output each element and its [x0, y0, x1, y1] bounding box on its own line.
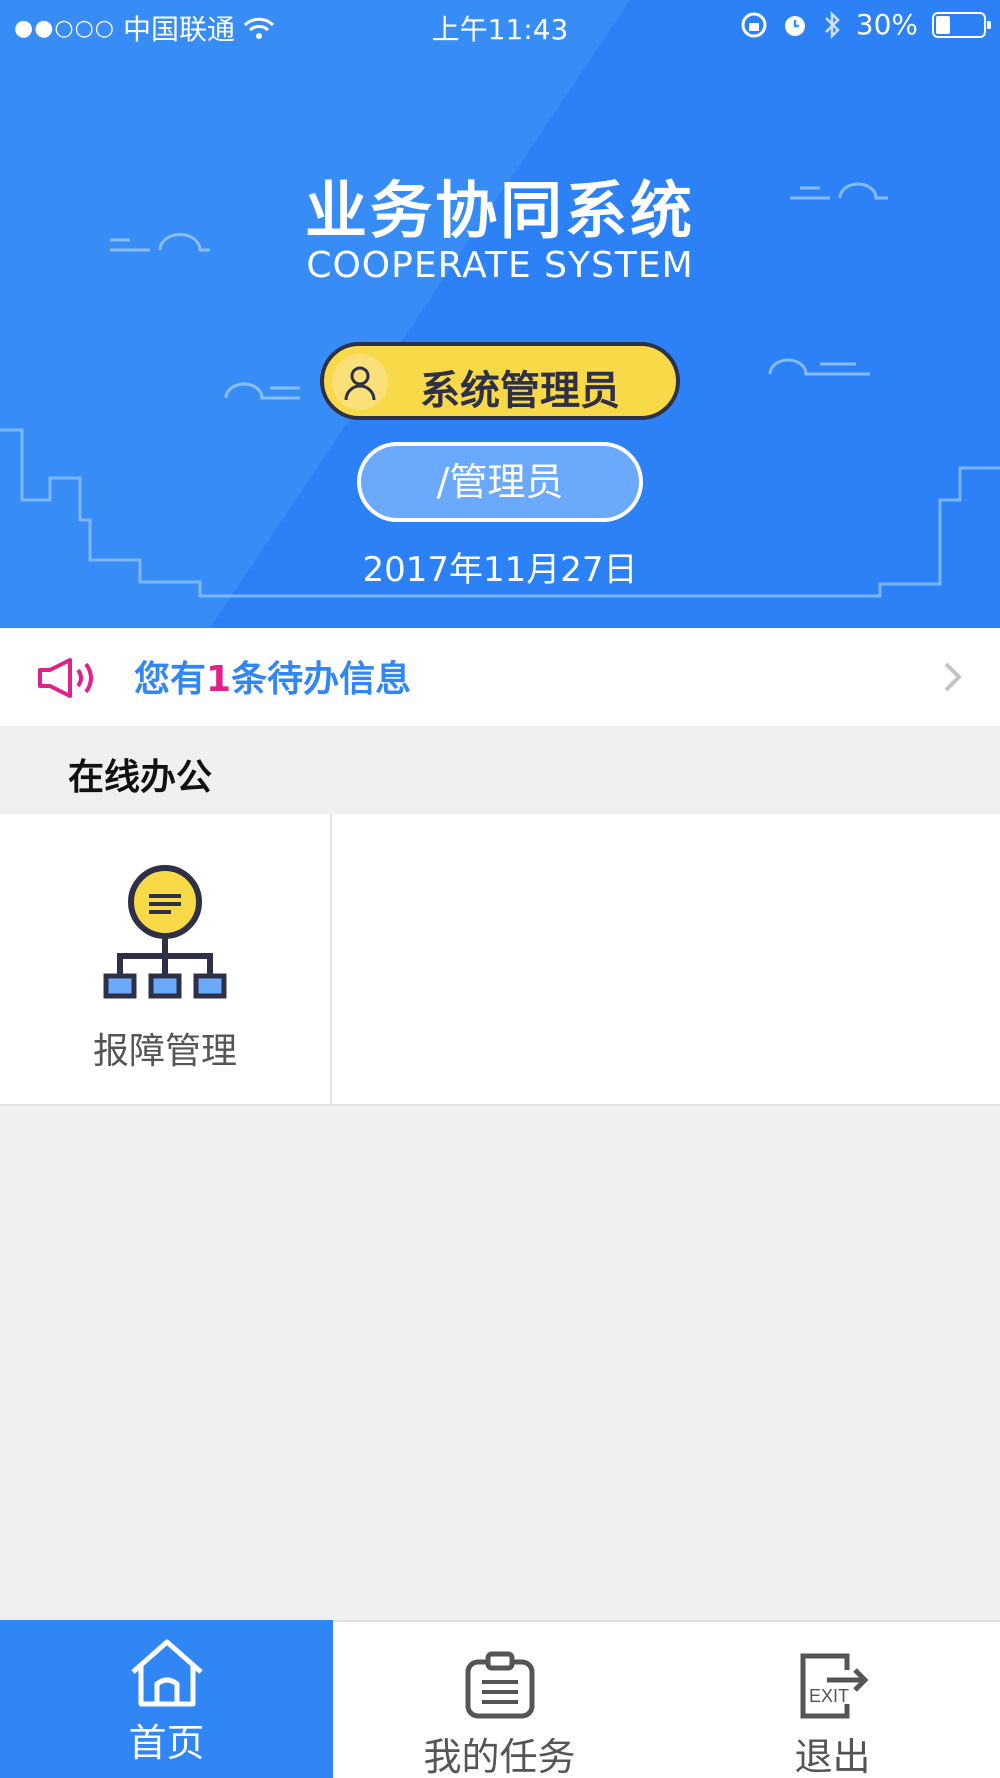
section-header: 在线办公	[0, 726, 1000, 814]
app-subtitle: COOPERATE SYSTEM	[306, 245, 694, 286]
banner-background	[0, 0, 1000, 628]
header-banner: ●●○○○ 中国联通 上午11:43 30% 业务协同系统 COOPERATE …	[0, 0, 1000, 628]
todo-notice-prefix: 您有	[134, 659, 207, 700]
home-icon	[130, 1639, 203, 1707]
rotation-lock-icon	[741, 12, 767, 37]
user-icon	[332, 354, 388, 410]
todo-count: 1	[206, 659, 232, 700]
tab-label: 首页	[128, 1721, 205, 1765]
status-bar: ●●○○○ 中国联通 上午11:43 30%	[0, 0, 1000, 50]
battery-percent: 30%	[855, 8, 918, 41]
tab-my-tasks[interactable]: 我的任务	[333, 1622, 666, 1778]
function-grid: 报障管理	[0, 814, 1000, 1106]
org-chart-icon	[103, 865, 227, 999]
user-sub-role: /管理员	[357, 442, 643, 522]
user-role-label: 系统管理员	[420, 368, 620, 414]
battery-icon	[932, 11, 991, 38]
status-right: 30%	[740, 8, 991, 41]
tab-home[interactable]: 首页	[0, 1620, 333, 1778]
tab-exit[interactable]: EXIT 退出	[666, 1622, 999, 1778]
svg-text:EXIT: EXIT	[809, 1686, 849, 1706]
megaphone-icon	[38, 658, 93, 698]
tile-label: 报障管理	[92, 1031, 237, 1072]
user-role-badge: 系统管理员	[320, 342, 680, 420]
clipboard-icon	[465, 1651, 534, 1719]
app-screen: ●●○○○ 中国联通 上午11:43 30% 业务协同系统 COOPERATE …	[0, 0, 1000, 1778]
bluetooth-icon	[824, 10, 840, 39]
chevron-right-icon	[944, 662, 962, 692]
current-date: 2017年11月27日	[362, 550, 638, 590]
section-title: 在线办公	[68, 757, 213, 798]
tile-fault-management[interactable]: 报障管理	[0, 814, 332, 1104]
todo-notice-suffix: 条待办信息	[231, 659, 412, 700]
bottom-tab-bar: 首页 我的任务 EXIT 退出	[0, 1620, 1000, 1778]
todo-notice-text: 您有1条待办信息	[134, 650, 411, 702]
tab-label: 退出	[794, 1735, 871, 1778]
tab-label: 我的任务	[423, 1735, 576, 1778]
todo-notice-bar[interactable]: 您有1条待办信息	[0, 628, 1000, 726]
app-title: 业务协同系统	[304, 174, 695, 247]
exit-icon: EXIT	[800, 1653, 869, 1719]
alarm-icon	[784, 15, 805, 36]
